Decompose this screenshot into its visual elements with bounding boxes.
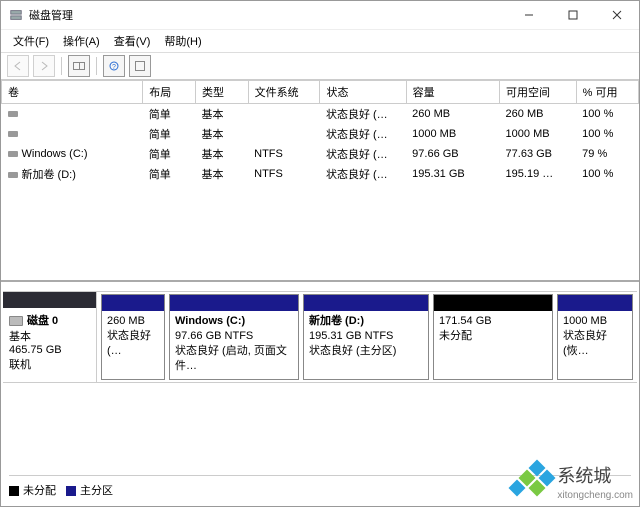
- disk-size: 465.75 GB: [9, 344, 90, 356]
- volume-table: 卷 布局 类型 文件系统 状态 容量 可用空间 % 可用 简单基本状态良好 (……: [1, 80, 639, 184]
- disk-label: 磁盘 0: [27, 315, 58, 327]
- back-button[interactable]: [7, 55, 29, 77]
- partition[interactable]: Windows (C:)97.66 GB NTFS状态良好 (启动, 页面文件…: [169, 294, 299, 380]
- volume-icon: [8, 111, 18, 117]
- legend-unallocated: 未分配: [23, 485, 56, 497]
- toolbar-separator: [61, 57, 62, 75]
- volume-icon: [8, 131, 18, 137]
- table-row[interactable]: 简单基本状态良好 (…260 MB260 MB100 %: [2, 104, 639, 125]
- disk-state: 联机: [9, 356, 90, 372]
- col-pct[interactable]: % 可用: [576, 81, 638, 104]
- legend-primary: 主分区: [80, 485, 113, 497]
- volume-icon: [8, 151, 18, 157]
- watermark: 系统城 xitongcheng.com: [509, 460, 633, 502]
- col-capacity[interactable]: 容量: [406, 81, 499, 104]
- legend-swatch-primary: [66, 486, 76, 496]
- table-row[interactable]: 简单基本状态良好 (…1000 MB1000 MB100 %: [2, 124, 639, 144]
- title-bar: 磁盘管理: [1, 1, 639, 30]
- maximize-button[interactable]: [551, 1, 595, 29]
- menu-view[interactable]: 查看(V): [108, 31, 157, 51]
- table-row[interactable]: Windows (C:)简单基本NTFS状态良好 (…97.66 GB77.63…: [2, 144, 639, 164]
- app-icon: [9, 8, 23, 22]
- partition[interactable]: 1000 MB状态良好 (恢…: [557, 294, 633, 380]
- svg-text:?: ?: [112, 64, 116, 71]
- toolbar-separator: [96, 57, 97, 75]
- col-layout[interactable]: 布局: [143, 81, 196, 104]
- col-status[interactable]: 状态: [320, 81, 406, 104]
- col-free[interactable]: 可用空间: [500, 81, 577, 104]
- col-fs[interactable]: 文件系统: [248, 81, 320, 104]
- volume-list-pane: 卷 布局 类型 文件系统 状态 容量 可用空间 % 可用 简单基本状态良好 (……: [1, 80, 639, 282]
- col-volume[interactable]: 卷: [2, 81, 143, 104]
- table-row[interactable]: 新加卷 (D:)简单基本NTFS状态良好 (…195.31 GB195.19 ……: [2, 164, 639, 184]
- close-button[interactable]: [595, 1, 639, 29]
- view-top-button[interactable]: [68, 55, 90, 77]
- forward-button[interactable]: [33, 55, 55, 77]
- toolbar: ?: [1, 53, 639, 80]
- menu-action[interactable]: 操作(A): [57, 31, 106, 51]
- partition[interactable]: 新加卷 (D:)195.31 GB NTFS状态良好 (主分区): [303, 294, 429, 380]
- legend-swatch-unallocated: [9, 486, 19, 496]
- watermark-name: 系统城: [557, 462, 633, 488]
- disk-row: 磁盘 0 基本 465.75 GB 联机 260 MB状态良好 (…Window…: [3, 291, 637, 383]
- disk-type: 基本: [9, 328, 90, 344]
- disk-icon: [9, 316, 23, 326]
- view-bottom-button[interactable]: [129, 55, 151, 77]
- volume-icon: [8, 172, 18, 178]
- partition-unallocated[interactable]: 171.54 GB未分配: [433, 294, 553, 380]
- disk-info[interactable]: 磁盘 0 基本 465.75 GB 联机: [3, 292, 97, 382]
- watermark-logo-icon: [509, 460, 551, 502]
- watermark-url: xitongcheng.com: [557, 490, 633, 501]
- minimize-button[interactable]: [507, 1, 551, 29]
- col-type[interactable]: 类型: [195, 81, 248, 104]
- menu-help[interactable]: 帮助(H): [158, 31, 207, 51]
- partition[interactable]: 260 MB状态良好 (…: [101, 294, 165, 380]
- menu-file[interactable]: 文件(F): [7, 31, 55, 51]
- help-button[interactable]: ?: [103, 55, 125, 77]
- partition-row: 260 MB状态良好 (…Windows (C:)97.66 GB NTFS状态…: [97, 292, 637, 382]
- window-title: 磁盘管理: [29, 7, 73, 23]
- menu-bar: 文件(F) 操作(A) 查看(V) 帮助(H): [1, 30, 639, 53]
- disk-map-pane: 磁盘 0 基本 465.75 GB 联机 260 MB状态良好 (…Window…: [3, 291, 637, 411]
